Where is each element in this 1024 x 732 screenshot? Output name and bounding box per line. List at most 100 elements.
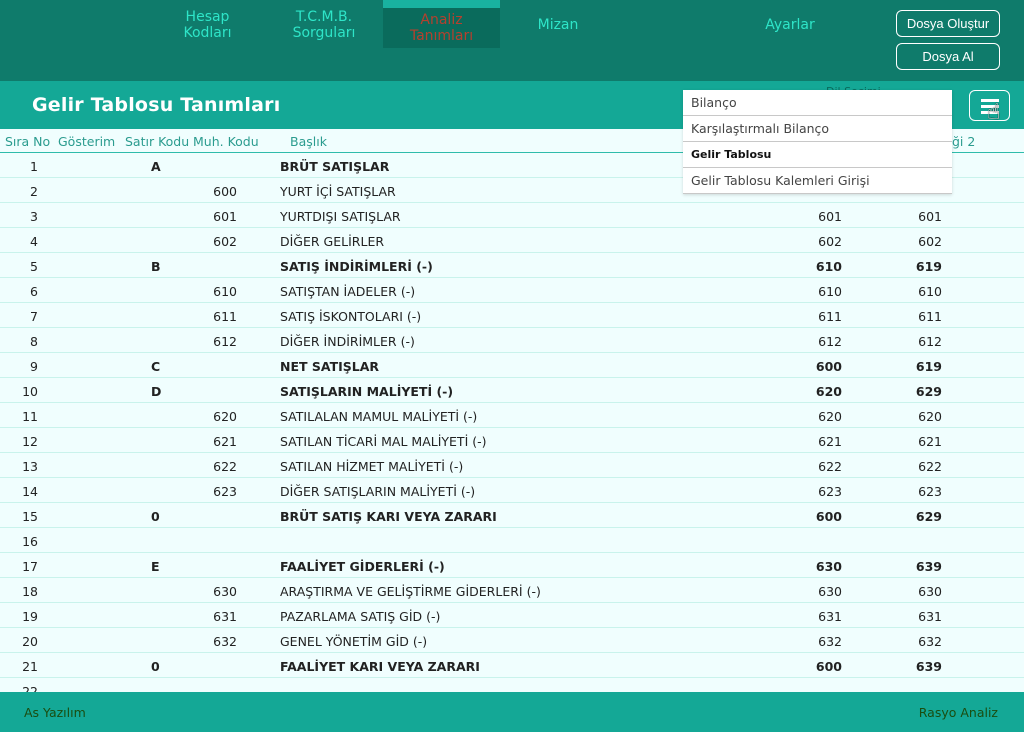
cell-satir-kodu: 0 xyxy=(151,509,160,524)
cell-sira-no: 19 xyxy=(22,609,38,624)
cell-muh-kodu: 631 xyxy=(213,609,237,624)
cell-hesap-1: 610 xyxy=(815,259,842,274)
cell-sira-no: 8 xyxy=(30,334,38,349)
table-row[interactable]: 19 631 PAZARLAMA SATIŞ GİD (-) 631 631 xyxy=(0,603,1024,628)
header-baslik[interactable]: Başlık xyxy=(290,134,327,149)
table-row[interactable]: 5 B SATIŞ İNDİRİMLERİ (-) 610 619 xyxy=(0,253,1024,278)
cell-baslik: PAZARLAMA SATIŞ GİD (-) xyxy=(280,609,441,624)
dosya-al-button[interactable]: Dosya Al xyxy=(896,43,1000,70)
cell-sira-no: 10 xyxy=(22,384,38,399)
cell-hesap-1: 611 xyxy=(818,309,842,324)
table-row[interactable]: 3 601 YURTDIŞI SATIŞLAR 601 601 xyxy=(0,203,1024,228)
cell-baslik: SATILAN HİZMET MALİYETİ (-) xyxy=(280,459,464,474)
cell-satir-kodu: A xyxy=(151,159,161,174)
cell-hesap-1: 620 xyxy=(815,384,842,399)
cell-sira-no: 17 xyxy=(22,559,38,574)
cell-muh-kodu: 611 xyxy=(213,309,237,324)
nav-mizan[interactable]: Mizan xyxy=(508,0,608,48)
cell-sira-no: 14 xyxy=(22,484,38,499)
table-row[interactable]: 13 622 SATILAN HİZMET MALİYETİ (-) 622 622 xyxy=(0,453,1024,478)
table-row[interactable]: 8 612 DİĞER İNDİRİMLER (-) 612 612 xyxy=(0,328,1024,353)
cell-baslik: SATIŞTAN İADELER (-) xyxy=(280,284,416,299)
cell-baslik: DİĞER İNDİRİMLER (-) xyxy=(280,334,415,349)
header-gosterim[interactable]: Gösterim xyxy=(58,134,115,149)
cell-baslik: SATIŞ İNDİRİMLERİ (-) xyxy=(280,259,433,274)
cell-hesap-1: 600 xyxy=(815,509,842,524)
cell-muh-kodu: 623 xyxy=(213,484,237,499)
table-row[interactable]: 16 xyxy=(0,528,1024,553)
cell-hesap-2: 629 xyxy=(915,509,942,524)
cell-muh-kodu: 622 xyxy=(213,459,237,474)
cell-muh-kodu: 602 xyxy=(213,234,237,249)
cell-hesap-1: 630 xyxy=(815,559,842,574)
cell-baslik: YURT İÇİ SATIŞLAR xyxy=(280,184,396,199)
cell-hesap-1: 600 xyxy=(815,659,842,674)
cell-hesap-2: 631 xyxy=(918,609,942,624)
table-row[interactable]: 17 E FAALİYET GİDERLERİ (-) 630 639 xyxy=(0,553,1024,578)
dropdown-item[interactable]: Bilanço xyxy=(683,90,952,116)
cell-sira-no: 12 xyxy=(22,434,38,449)
cell-sira-no: 20 xyxy=(22,634,38,649)
cell-sira-no: 13 xyxy=(22,459,38,474)
cell-baslik: FAALİYET GİDERLERİ (-) xyxy=(280,559,445,574)
footer-app-name: Rasyo Analiz xyxy=(918,705,998,720)
table-row[interactable]: 22 xyxy=(0,678,1024,692)
table-row[interactable]: 18 630 ARAŞTIRMA VE GELİŞTİRME GİDERLERİ (… xyxy=(0,578,1024,603)
table-row[interactable]: 11 620 SATILALAN MAMUL MALİYETİ (-) 620 620 xyxy=(0,403,1024,428)
table-row[interactable]: 12 621 SATILAN TİCARİ MAL MALİYETİ (-) 621 6… xyxy=(0,428,1024,453)
table-row[interactable]: 7 611 SATIŞ İSKONTOLARI (-) 611 611 xyxy=(0,303,1024,328)
cell-hesap-2: 602 xyxy=(918,234,942,249)
cell-hesap-1: 632 xyxy=(818,634,842,649)
cell-baslik: SATIŞLARIN MALİYETİ (-) xyxy=(280,384,454,399)
cell-baslik: YURTDIŞI SATIŞLAR xyxy=(280,209,401,224)
header-hesap-araligi-2[interactable]: ği 2 xyxy=(952,134,975,149)
table-row[interactable]: 9 C NET SATIŞLAR 600 619 xyxy=(0,353,1024,378)
dropdown-item[interactable]: Gelir Tablosu xyxy=(683,142,952,168)
header-satir-kodu[interactable]: Satır Kodu xyxy=(125,134,189,149)
top-navigation: Hesap Kodları T.C.M.B. Sorguları Analiz … xyxy=(0,0,1024,81)
cell-sira-no: 21 xyxy=(22,659,38,674)
table-row[interactable]: 6 610 SATIŞTAN İADELER (-) 610 610 xyxy=(0,278,1024,303)
cell-hesap-2: 632 xyxy=(918,634,942,649)
header-sira-no[interactable]: Sıra No xyxy=(5,134,50,149)
table-row[interactable]: 4 602 DİĞER GELİRLER 602 602 xyxy=(0,228,1024,253)
cell-muh-kodu: 612 xyxy=(213,334,237,349)
cell-muh-kodu: 601 xyxy=(213,209,237,224)
table-row[interactable]: 14 623 DİĞER SATIŞLARIN MALİYETİ (-) 623 623 xyxy=(0,478,1024,503)
dropdown-item[interactable]: Karşılaştırmalı Bilanço xyxy=(683,116,952,142)
cell-hesap-1: 630 xyxy=(818,584,842,599)
dropdown-item[interactable]: Gelir Tablosu Kalemleri Girişi xyxy=(683,168,952,194)
cell-hesap-1: 621 xyxy=(818,434,842,449)
cell-hesap-2: 601 xyxy=(918,209,942,224)
nav-analiz-tanimlari[interactable]: Analiz Tanımları xyxy=(383,0,500,48)
cell-baslik: DİĞER SATIŞLARIN MALİYETİ (-) xyxy=(280,484,476,499)
nav-hesap-kodlari[interactable]: Hesap Kodları xyxy=(160,0,255,48)
table-row[interactable]: 20 632 GENEL YÖNETİM GİD (-) 632 632 xyxy=(0,628,1024,653)
cell-satir-kodu: B xyxy=(151,259,161,274)
cell-hesap-1: 600 xyxy=(815,359,842,374)
cell-satir-kodu: C xyxy=(151,359,161,374)
hand-pointer-icon: ☝ xyxy=(987,100,1001,125)
table-body: 1 A BRÜT SATIŞLAR 2 600 YURT İÇİ SATIŞLAR 3 601… xyxy=(0,153,1024,692)
cell-sira-no: 3 xyxy=(30,209,38,224)
nav-ayarlar-label: Ayarlar xyxy=(765,17,815,33)
nav-tcmb-sorgulari[interactable]: T.C.M.B. Sorguları xyxy=(268,0,380,48)
cell-hesap-2: 639 xyxy=(915,559,942,574)
nav-analiz-label: Analiz Tanımları xyxy=(409,12,474,44)
cell-baslik: BRÜT SATIŞ KARI VEYA ZARARI xyxy=(280,509,497,524)
cell-hesap-2: 612 xyxy=(918,334,942,349)
cell-sira-no: 5 xyxy=(30,259,38,274)
cell-baslik: SATIŞ İSKONTOLARI (-) xyxy=(280,309,422,324)
cell-muh-kodu: 600 xyxy=(213,184,237,199)
cell-muh-kodu: 630 xyxy=(213,584,237,599)
cell-muh-kodu: 620 xyxy=(213,409,237,424)
table-row[interactable]: 10 D SATIŞLARIN MALİYETİ (-) 620 629 xyxy=(0,378,1024,403)
table-row[interactable]: 15 0 BRÜT SATIŞ KARI VEYA ZARARI 600 629 xyxy=(0,503,1024,528)
cell-satir-kodu: 0 xyxy=(151,659,160,674)
header-muh-kodu[interactable]: Muh. Kodu xyxy=(193,134,259,149)
cell-baslik: SATILAN TİCARİ MAL MALİYETİ (-) xyxy=(280,434,487,449)
table-row[interactable]: 21 0 FAALİYET KARI VEYA ZARARI 600 639 xyxy=(0,653,1024,678)
cell-hesap-1: 612 xyxy=(818,334,842,349)
nav-ayarlar[interactable]: Ayarlar xyxy=(740,0,840,48)
dosya-olustur-button[interactable]: Dosya Oluştur xyxy=(896,10,1000,37)
